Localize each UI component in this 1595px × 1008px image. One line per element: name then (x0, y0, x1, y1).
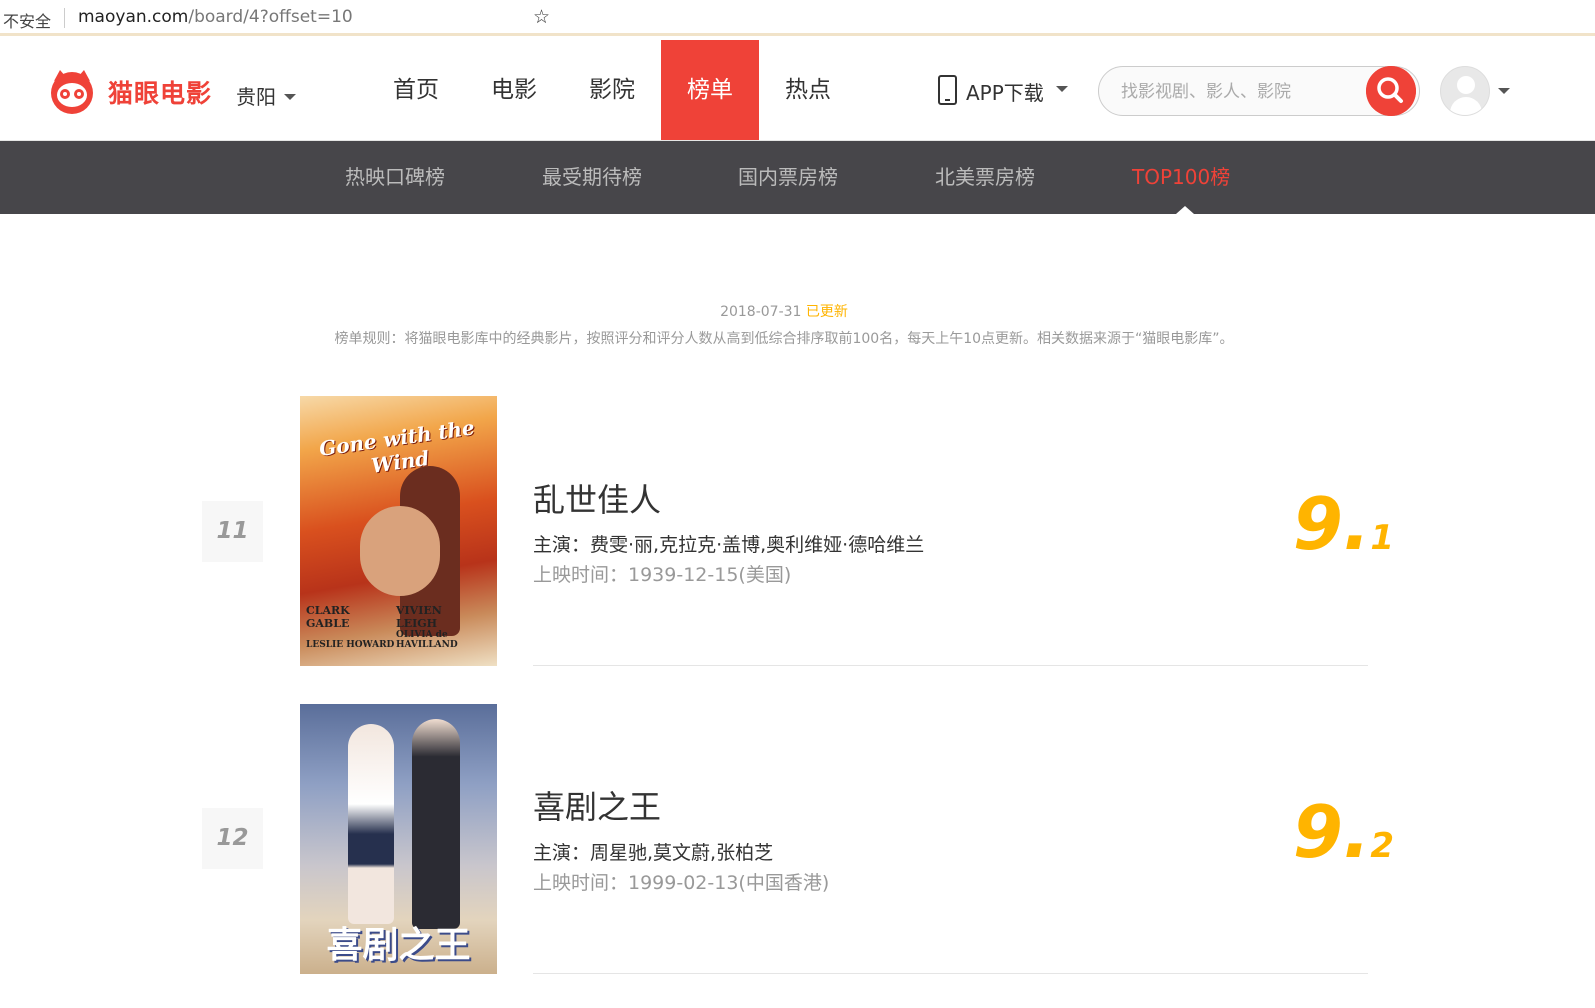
movie-title[interactable]: 乱世佳人 (533, 475, 661, 521)
rank-badge: 11 (202, 501, 263, 562)
tab-top100[interactable]: TOP100榜 (1132, 141, 1230, 214)
nav-board[interactable]: 榜单 (661, 40, 759, 140)
tab-north-america-box-office[interactable]: 北美票房榜 (935, 141, 1035, 214)
nav-hot[interactable]: 热点 (759, 40, 857, 140)
avatar-head (1457, 76, 1475, 94)
logo-text[interactable]: 猫眼电影 (108, 74, 212, 110)
board-subnav: 热映口碑榜 最受期待榜 国内票房榜 北美票房榜 TOP100榜 (0, 141, 1595, 214)
poster-credits: CLARK GABLE VIVIEN LEIGH LESLIE HOWARDOLI… (306, 604, 491, 650)
site-header: 猫眼电影 贵阳 首页 电影 影院 榜单 热点 APP下载 (0, 40, 1595, 141)
poster-credit: LESLIE HOWARD (306, 640, 395, 650)
search-input[interactable] (1121, 79, 1361, 105)
maoyan-cat-logo-icon[interactable] (48, 67, 96, 115)
poster-credit: CLARK GABLE (306, 604, 350, 630)
movie-title[interactable]: 喜剧之王 (533, 782, 661, 828)
movie-stars: 主演：周星驰,莫文蔚,张柏芝 (533, 842, 774, 864)
movie-score: 9.1 (1293, 482, 1394, 566)
nav-movies[interactable]: 电影 (465, 40, 563, 140)
divider (64, 8, 65, 28)
score-integer: 9. (1292, 790, 1371, 874)
bookmark-star-icon[interactable]: ☆ (533, 6, 1589, 28)
city-label: 贵阳 (236, 85, 276, 109)
phone-icon (938, 75, 957, 105)
update-date: 2018-07-31 (720, 304, 802, 320)
tab-most-expected[interactable]: 最受期待榜 (542, 141, 642, 214)
browser-address-bar: 不安全 maoyan.com/board/4?offset=10 ☆ (0, 0, 1595, 36)
chevron-down-icon (1056, 86, 1068, 92)
active-tab-pointer (1176, 206, 1194, 214)
updated-label: 已更新 (805, 304, 848, 320)
score-fraction: 2 (1370, 826, 1394, 866)
update-info: 2018-07-31 已更新 (0, 301, 1568, 321)
avatar-body (1450, 97, 1482, 115)
poster-credit: VIVIEN LEIGH (396, 604, 442, 630)
user-avatar[interactable] (1440, 66, 1490, 116)
url-host: maoyan.com (78, 7, 189, 27)
poster-figure (348, 724, 394, 924)
rank-badge: 12 (202, 808, 263, 869)
movie-score: 9.2 (1293, 790, 1394, 874)
tab-domestic-box-office[interactable]: 国内票房榜 (738, 141, 838, 214)
poster-figure (360, 506, 440, 596)
movie-poster[interactable]: 喜剧之王 (300, 704, 497, 974)
url-text[interactable]: maoyan.com/board/4?offset=10 (78, 7, 353, 27)
movie-poster[interactable]: Gone with the Wind CLARK GABLE VIVIEN LEI… (300, 396, 497, 666)
nav-home[interactable]: 首页 (367, 40, 465, 140)
security-indicator[interactable]: 不安全 (3, 8, 51, 32)
chevron-down-icon (284, 94, 296, 100)
nav-cinemas[interactable]: 影院 (563, 40, 661, 140)
row-divider (533, 665, 1368, 666)
movie-stars: 主演：费雯·丽,克拉克·盖博,奥利维娅·德哈维兰 (533, 534, 925, 556)
city-selector[interactable]: 贵阳 (236, 81, 296, 110)
poster-figure (412, 719, 460, 929)
url-path: /board/4?offset=10 (188, 7, 353, 27)
poster-title: Gone with the Wind (317, 415, 477, 478)
poster-credit: OLIVIA de HAVILLAND (396, 630, 458, 650)
tab-hot-reputation[interactable]: 热映口碑榜 (345, 141, 445, 214)
chevron-down-icon[interactable] (1498, 88, 1510, 94)
app-download-label: APP下载 (966, 81, 1044, 105)
board-rule: 榜单规则：将猫眼电影库中的经典影片，按照评分和评分人数从高到低综合排序取前100… (334, 331, 1234, 347)
row-divider (533, 973, 1368, 974)
poster-title: 喜剧之王 (326, 925, 471, 966)
score-integer: 9. (1292, 482, 1371, 566)
score-fraction: 1 (1370, 518, 1394, 558)
release-time: 上映时间：1999-02-13(中国香港) (533, 872, 830, 894)
release-time: 上映时间：1939-12-15(美国) (533, 564, 792, 586)
search-button[interactable] (1366, 66, 1416, 116)
